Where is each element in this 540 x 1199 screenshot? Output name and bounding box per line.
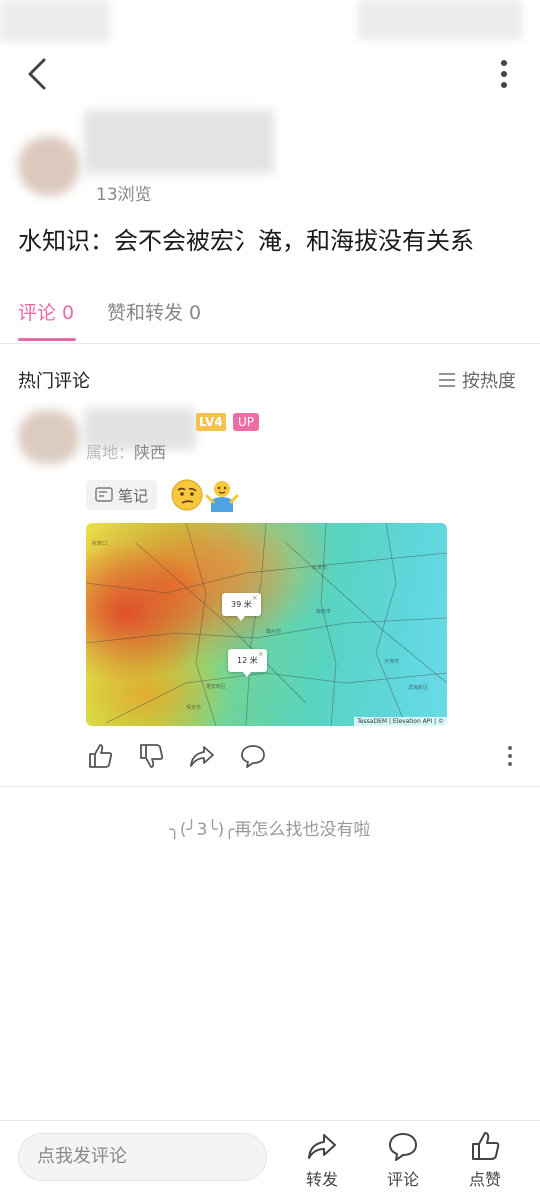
map-credit: TessaDEM | Elevation API | © — [354, 717, 447, 726]
svg-text:滨海新区: 滨海新区 — [408, 684, 428, 691]
svg-text:廊坊市: 廊坊市 — [316, 608, 331, 615]
forward-button[interactable]: 转发 — [292, 1130, 352, 1190]
location-value: 陕西 — [134, 443, 167, 462]
map-pin-39m[interactable]: 39 米 × — [222, 593, 261, 621]
shrug-person-icon — [205, 481, 239, 512]
pin2-label: 12 米 — [237, 656, 258, 665]
location-prefix: 属地： — [86, 443, 135, 462]
like-label: 点赞 — [468, 1170, 501, 1189]
tab-likes-forwards[interactable]: 赞和转发 0 — [107, 298, 201, 325]
svg-text:雄安新区: 雄安新区 — [206, 683, 226, 690]
note-label: 笔记 — [118, 486, 149, 505]
comment-divider — [0, 786, 540, 787]
tab-active-indicator — [18, 338, 76, 341]
tabs-divider — [0, 343, 540, 344]
up-badge: UP — [233, 413, 260, 431]
svg-text:天津市: 天津市 — [384, 658, 399, 665]
thumbs-down-icon[interactable] — [137, 742, 165, 770]
note-icon — [95, 487, 113, 502]
back-button[interactable] — [18, 52, 58, 96]
forward-icon — [308, 1134, 336, 1159]
comment-bubble-icon[interactable] — [239, 742, 267, 770]
post-title: 水知识：会不会被宏氵淹，和海拔没有关系 — [18, 227, 474, 255]
share-forward-icon[interactable] — [188, 742, 216, 770]
view-count: 13浏览 — [96, 185, 152, 205]
thumbs-up-icon[interactable] — [86, 742, 114, 770]
commenter-avatar[interactable] — [18, 410, 80, 464]
hot-comments-title: 热门评论 — [18, 371, 90, 392]
svg-text:张家口: 张家口 — [92, 540, 107, 547]
blurred-status-left — [0, 0, 110, 42]
elevation-map-image[interactable]: 北京市 廊坊市 天津市 雄安新区 保定市 滨海新区 张家口 霸州市 39 米 ×… — [86, 523, 447, 726]
author-name-blur — [84, 110, 274, 174]
svg-text:北京市: 北京市 — [312, 564, 327, 571]
list-sort-icon — [439, 373, 455, 387]
no-more-text: ╮(╯3╰)╭再怎么找也没有啦 — [169, 820, 371, 840]
comment-more-icon[interactable] — [500, 744, 520, 768]
pin1-label: 39 米 — [231, 600, 252, 609]
comment-button[interactable]: 评论 — [373, 1130, 433, 1190]
forward-label: 转发 — [305, 1170, 338, 1189]
note-chip[interactable]: 笔记 — [86, 480, 158, 510]
level-badge: LV4 — [196, 413, 226, 431]
like-button[interactable]: 点赞 — [455, 1130, 515, 1190]
comment-label: 评论 — [386, 1170, 419, 1189]
back-arrow-icon — [28, 58, 46, 90]
comment-location: 属地：陕西 — [86, 439, 166, 463]
pin1-close-icon[interactable]: × — [252, 594, 258, 602]
sort-button[interactable]: 按热度 — [438, 367, 516, 393]
comment-input[interactable]: 点我发评论 — [18, 1133, 267, 1181]
map-pin-12m[interactable]: 12 米 × — [228, 649, 267, 677]
blurred-status-right — [358, 0, 522, 40]
thinking-face-icon — [171, 479, 203, 511]
more-button[interactable] — [488, 56, 520, 96]
sort-label: 按热度 — [462, 371, 516, 392]
comment-icon — [389, 1133, 417, 1161]
tab-comments[interactable]: 评论 0 — [18, 298, 74, 325]
svg-text:保定市: 保定市 — [186, 704, 201, 711]
author-avatar[interactable] — [18, 136, 80, 196]
svg-text:霸州市: 霸州市 — [266, 628, 281, 635]
more-vertical-icon — [501, 60, 507, 88]
like-icon — [472, 1132, 500, 1160]
map-roads: 北京市 廊坊市 天津市 雄安新区 保定市 滨海新区 张家口 霸州市 — [86, 523, 447, 726]
pin2-close-icon[interactable]: × — [258, 650, 264, 658]
